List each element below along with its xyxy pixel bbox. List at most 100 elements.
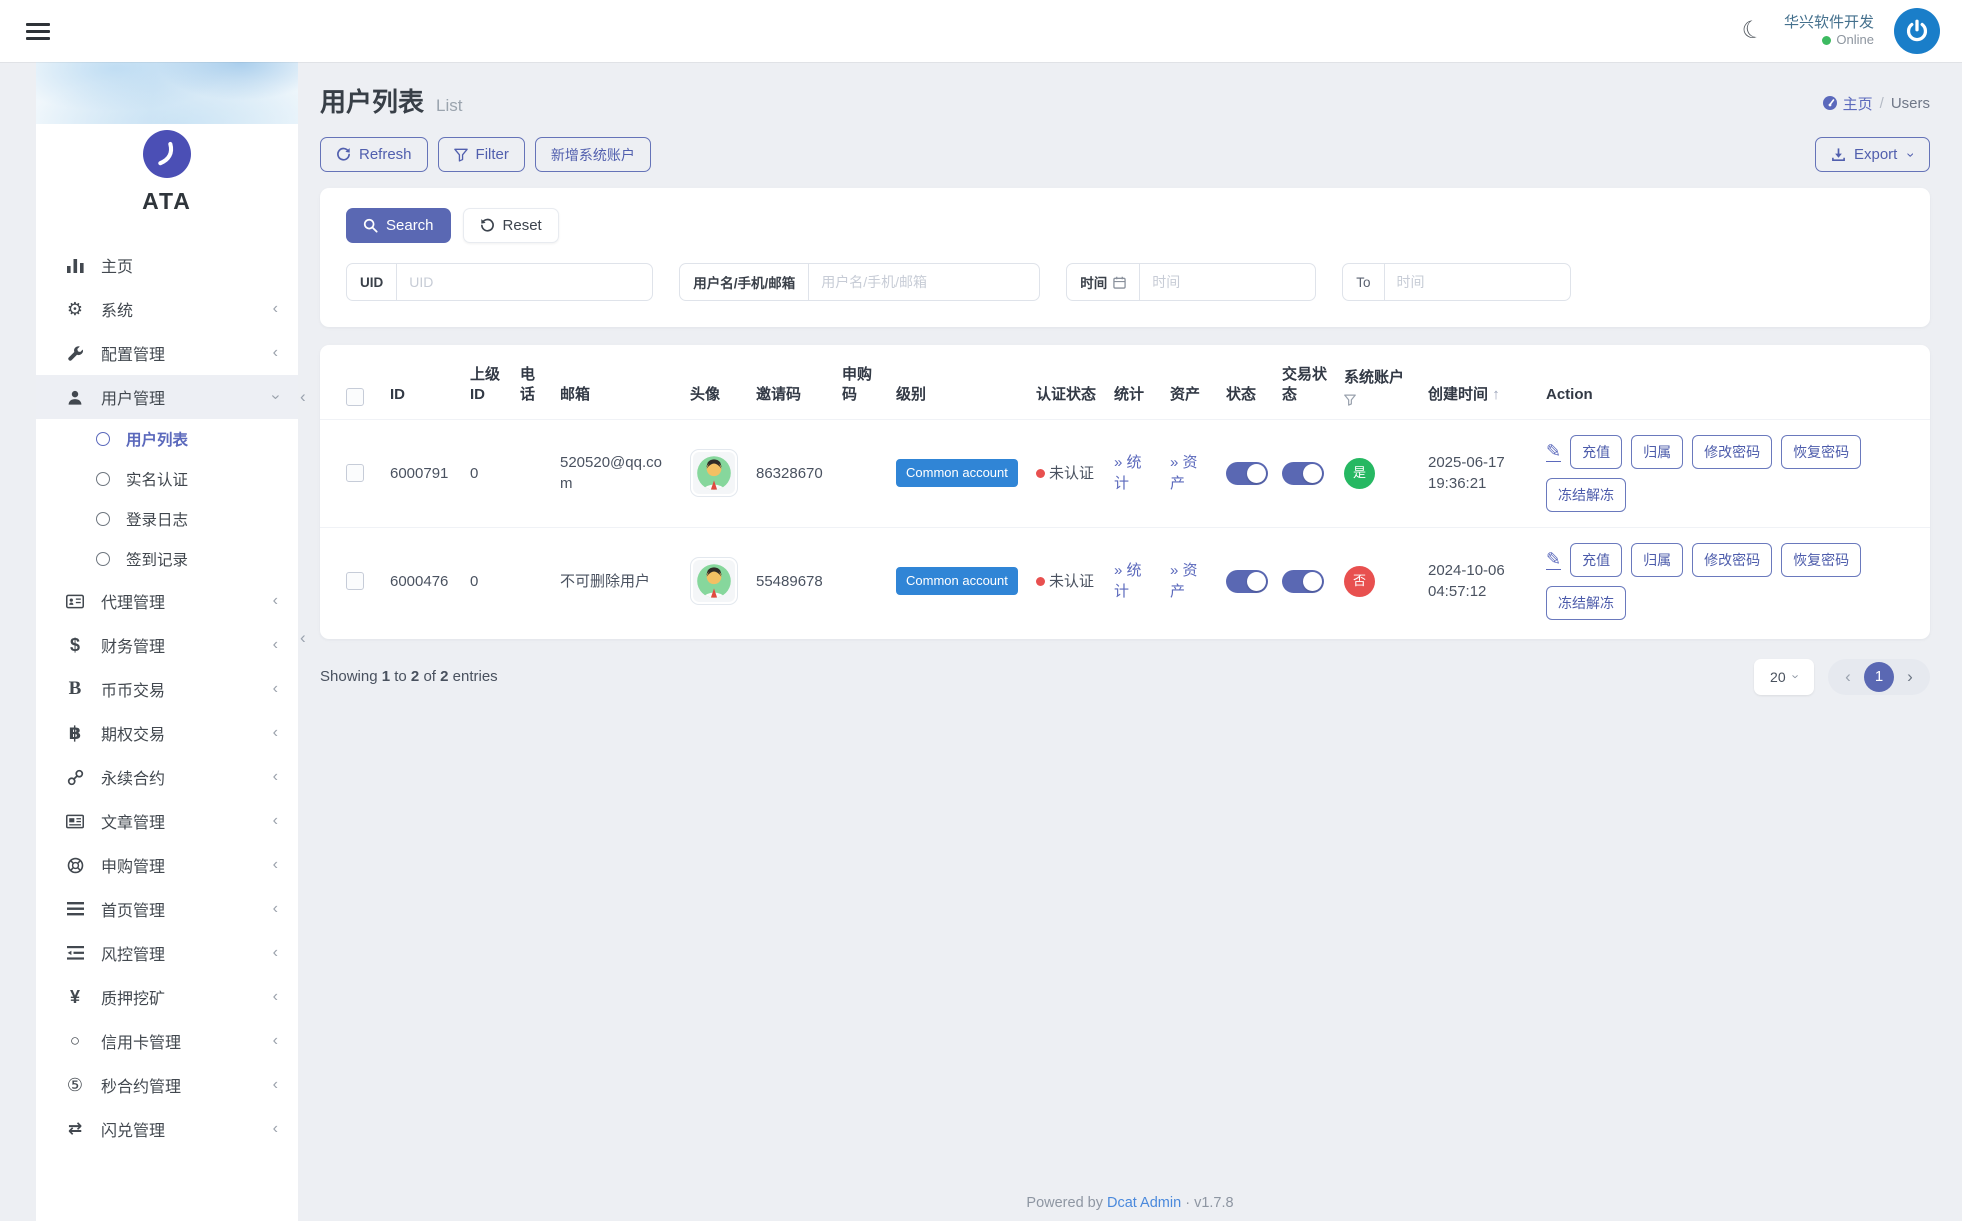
trade-status-toggle[interactable] bbox=[1282, 462, 1324, 485]
status-toggle[interactable] bbox=[1226, 570, 1268, 593]
sidebar-item-credit-card[interactable]: ○ 信用卡管理 ‹ bbox=[36, 1019, 298, 1063]
pagination: ‹ 1 › bbox=[1828, 659, 1930, 695]
footer: Powered by Dcat Admin · v1.7.8 bbox=[298, 1195, 1962, 1211]
sidebar-item-home[interactable]: 主页 bbox=[36, 243, 298, 287]
user-avatar[interactable] bbox=[1894, 8, 1940, 54]
sidebar-item-perpetual-contract[interactable]: 永续合约 ‹ bbox=[36, 755, 298, 799]
export-button[interactable]: Export › bbox=[1815, 137, 1930, 172]
recover-password-button[interactable]: 恢复密码 bbox=[1781, 543, 1861, 577]
page-subtitle: List bbox=[436, 96, 1822, 116]
sidebar-item-options-trading[interactable]: ฿ 期权交易 ‹ bbox=[36, 711, 298, 755]
circle-icon bbox=[96, 472, 110, 486]
current-page-button[interactable]: 1 bbox=[1864, 662, 1894, 692]
chevron-left-icon: ‹ bbox=[273, 593, 278, 609]
bitcoin-icon: ฿ bbox=[62, 723, 88, 744]
sidebar-item-system[interactable]: ⚙ 系统 ‹ bbox=[36, 287, 298, 331]
trade-status-toggle[interactable] bbox=[1282, 570, 1324, 593]
system-account-badge: 是 bbox=[1344, 458, 1375, 489]
ownership-button[interactable]: 归属 bbox=[1631, 435, 1683, 469]
sidebar-item-flash-exchange[interactable]: ⇄ 闪兑管理 ‹ bbox=[36, 1107, 298, 1151]
life-ring-icon bbox=[62, 857, 88, 874]
filter-button[interactable]: Filter bbox=[438, 137, 525, 172]
col-stats: 统计 bbox=[1106, 351, 1162, 419]
sidebar-item-spot-trading[interactable]: B 币币交易 ‹ bbox=[36, 667, 298, 711]
reset-button[interactable]: Reset bbox=[463, 208, 559, 243]
sidebar-item-subscription[interactable]: 申购管理 ‹ bbox=[36, 843, 298, 887]
scroll-left-icon[interactable]: ‹ bbox=[300, 387, 306, 407]
edit-pencil-icon[interactable]: ✎ bbox=[1546, 442, 1561, 462]
row-actions: ✎ 充值 归属 修改密码 恢复密码 冻结解冻 bbox=[1546, 543, 1922, 620]
id-card-icon bbox=[62, 594, 88, 609]
cell-created-at: 2024-10-06 04:57:12 bbox=[1420, 527, 1538, 635]
col-created-at: 创建时间 ↑ bbox=[1420, 351, 1538, 419]
system-account-badge: 否 bbox=[1344, 566, 1375, 597]
col-system-account: 系统账户 bbox=[1336, 351, 1420, 419]
chevron-down-icon: ‹ bbox=[267, 394, 283, 399]
freeze-unfreeze-button[interactable]: 冻结解冻 bbox=[1546, 586, 1626, 620]
breadcrumb: 主页 / Users bbox=[1822, 93, 1930, 114]
number-five-icon: ⑤ bbox=[62, 1075, 88, 1096]
dcat-admin-link[interactable]: Dcat Admin bbox=[1107, 1195, 1181, 1211]
sidebar-item-risk-control[interactable]: 风控管理 ‹ bbox=[36, 931, 298, 975]
breadcrumb-home-link[interactable]: 主页 bbox=[1822, 93, 1873, 114]
sidebar-item-homepage[interactable]: 首页管理 ‹ bbox=[36, 887, 298, 931]
sidebar-item-articles[interactable]: 文章管理 ‹ bbox=[36, 799, 298, 843]
uid-input[interactable] bbox=[397, 264, 652, 300]
cell-purchase-code bbox=[834, 419, 888, 527]
next-page-button[interactable]: › bbox=[1897, 667, 1923, 687]
chevron-left-icon: ‹ bbox=[273, 637, 278, 653]
stats-link[interactable]: » 统计 bbox=[1114, 562, 1142, 600]
select-all-checkbox[interactable] bbox=[346, 388, 364, 406]
change-password-button[interactable]: 修改密码 bbox=[1692, 543, 1772, 577]
sort-asc-icon[interactable]: ↑ bbox=[1492, 386, 1500, 403]
row-checkbox[interactable] bbox=[346, 464, 364, 482]
stats-link[interactable]: » 统计 bbox=[1114, 454, 1142, 492]
edit-pencil-icon[interactable]: ✎ bbox=[1546, 550, 1561, 570]
filter-panel: Search Reset UID 用户名/手机/邮箱 时间 bbox=[320, 188, 1930, 327]
funnel-icon bbox=[454, 148, 468, 162]
time-to-input[interactable] bbox=[1385, 264, 1570, 300]
search-button[interactable]: Search bbox=[346, 208, 451, 243]
bars-icon bbox=[62, 902, 88, 916]
scroll-left-icon[interactable]: ‹ bbox=[300, 628, 306, 648]
assets-link[interactable]: » 资产 bbox=[1170, 454, 1198, 492]
username-input[interactable] bbox=[809, 264, 1039, 300]
app-logo[interactable] bbox=[143, 130, 191, 178]
sidebar-item-agent[interactable]: 代理管理 ‹ bbox=[36, 579, 298, 623]
recharge-button[interactable]: 充值 bbox=[1570, 435, 1622, 469]
chevron-left-icon: ‹ bbox=[273, 857, 278, 873]
sidebar-subitem-checkin-records[interactable]: 签到记录 bbox=[36, 539, 298, 579]
sidebar-subitem-login-logs[interactable]: 登录日志 bbox=[36, 499, 298, 539]
recover-password-button[interactable]: 恢复密码 bbox=[1781, 435, 1861, 469]
row-checkbox[interactable] bbox=[346, 572, 364, 590]
sidebar-item-user-management[interactable]: 用户管理 ‹ bbox=[36, 375, 298, 419]
ownership-button[interactable]: 归属 bbox=[1631, 543, 1683, 577]
newspaper-icon bbox=[62, 814, 88, 829]
cell-created-at: 2025-06-17 19:36:21 bbox=[1420, 419, 1538, 527]
add-system-account-button[interactable]: 新增系统账户 bbox=[535, 137, 651, 172]
per-page-select[interactable]: 20 › bbox=[1754, 659, 1814, 695]
sidebar-subitem-user-list[interactable]: 用户列表 bbox=[36, 419, 298, 459]
assets-link[interactable]: » 资产 bbox=[1170, 562, 1198, 600]
sidebar-item-staking-mining[interactable]: ¥ 质押挖矿 ‹ bbox=[36, 975, 298, 1019]
sidebar-subitem-real-name-auth[interactable]: 实名认证 bbox=[36, 459, 298, 499]
recharge-button[interactable]: 充值 bbox=[1570, 543, 1622, 577]
version-label: v1.7.8 bbox=[1194, 1195, 1234, 1211]
entries-summary: Showing 1 to 2 of 2 entries bbox=[320, 668, 498, 685]
refresh-button[interactable]: Refresh bbox=[320, 137, 428, 172]
hamburger-menu-icon[interactable] bbox=[26, 19, 50, 44]
col-email: 邮箱 bbox=[552, 351, 682, 419]
sidebar-item-config[interactable]: 配置管理 ‹ bbox=[36, 331, 298, 375]
col-purchase-code: 申购码 bbox=[834, 351, 888, 419]
sidebar-item-finance[interactable]: $ 财务管理 ‹ bbox=[36, 623, 298, 667]
chevron-left-icon: ‹ bbox=[273, 989, 278, 1005]
freeze-unfreeze-button[interactable]: 冻结解冻 bbox=[1546, 478, 1626, 512]
status-toggle[interactable] bbox=[1226, 462, 1268, 485]
chevron-left-icon: ‹ bbox=[273, 345, 278, 361]
prev-page-button[interactable]: ‹ bbox=[1835, 667, 1861, 687]
sidebar-item-second-contract[interactable]: ⑤ 秒合约管理 ‹ bbox=[36, 1063, 298, 1107]
column-filter-funnel-icon[interactable] bbox=[1344, 394, 1356, 406]
change-password-button[interactable]: 修改密码 bbox=[1692, 435, 1772, 469]
dark-mode-moon-icon[interactable]: ☾ bbox=[1740, 17, 1767, 45]
time-from-input[interactable] bbox=[1140, 264, 1315, 300]
